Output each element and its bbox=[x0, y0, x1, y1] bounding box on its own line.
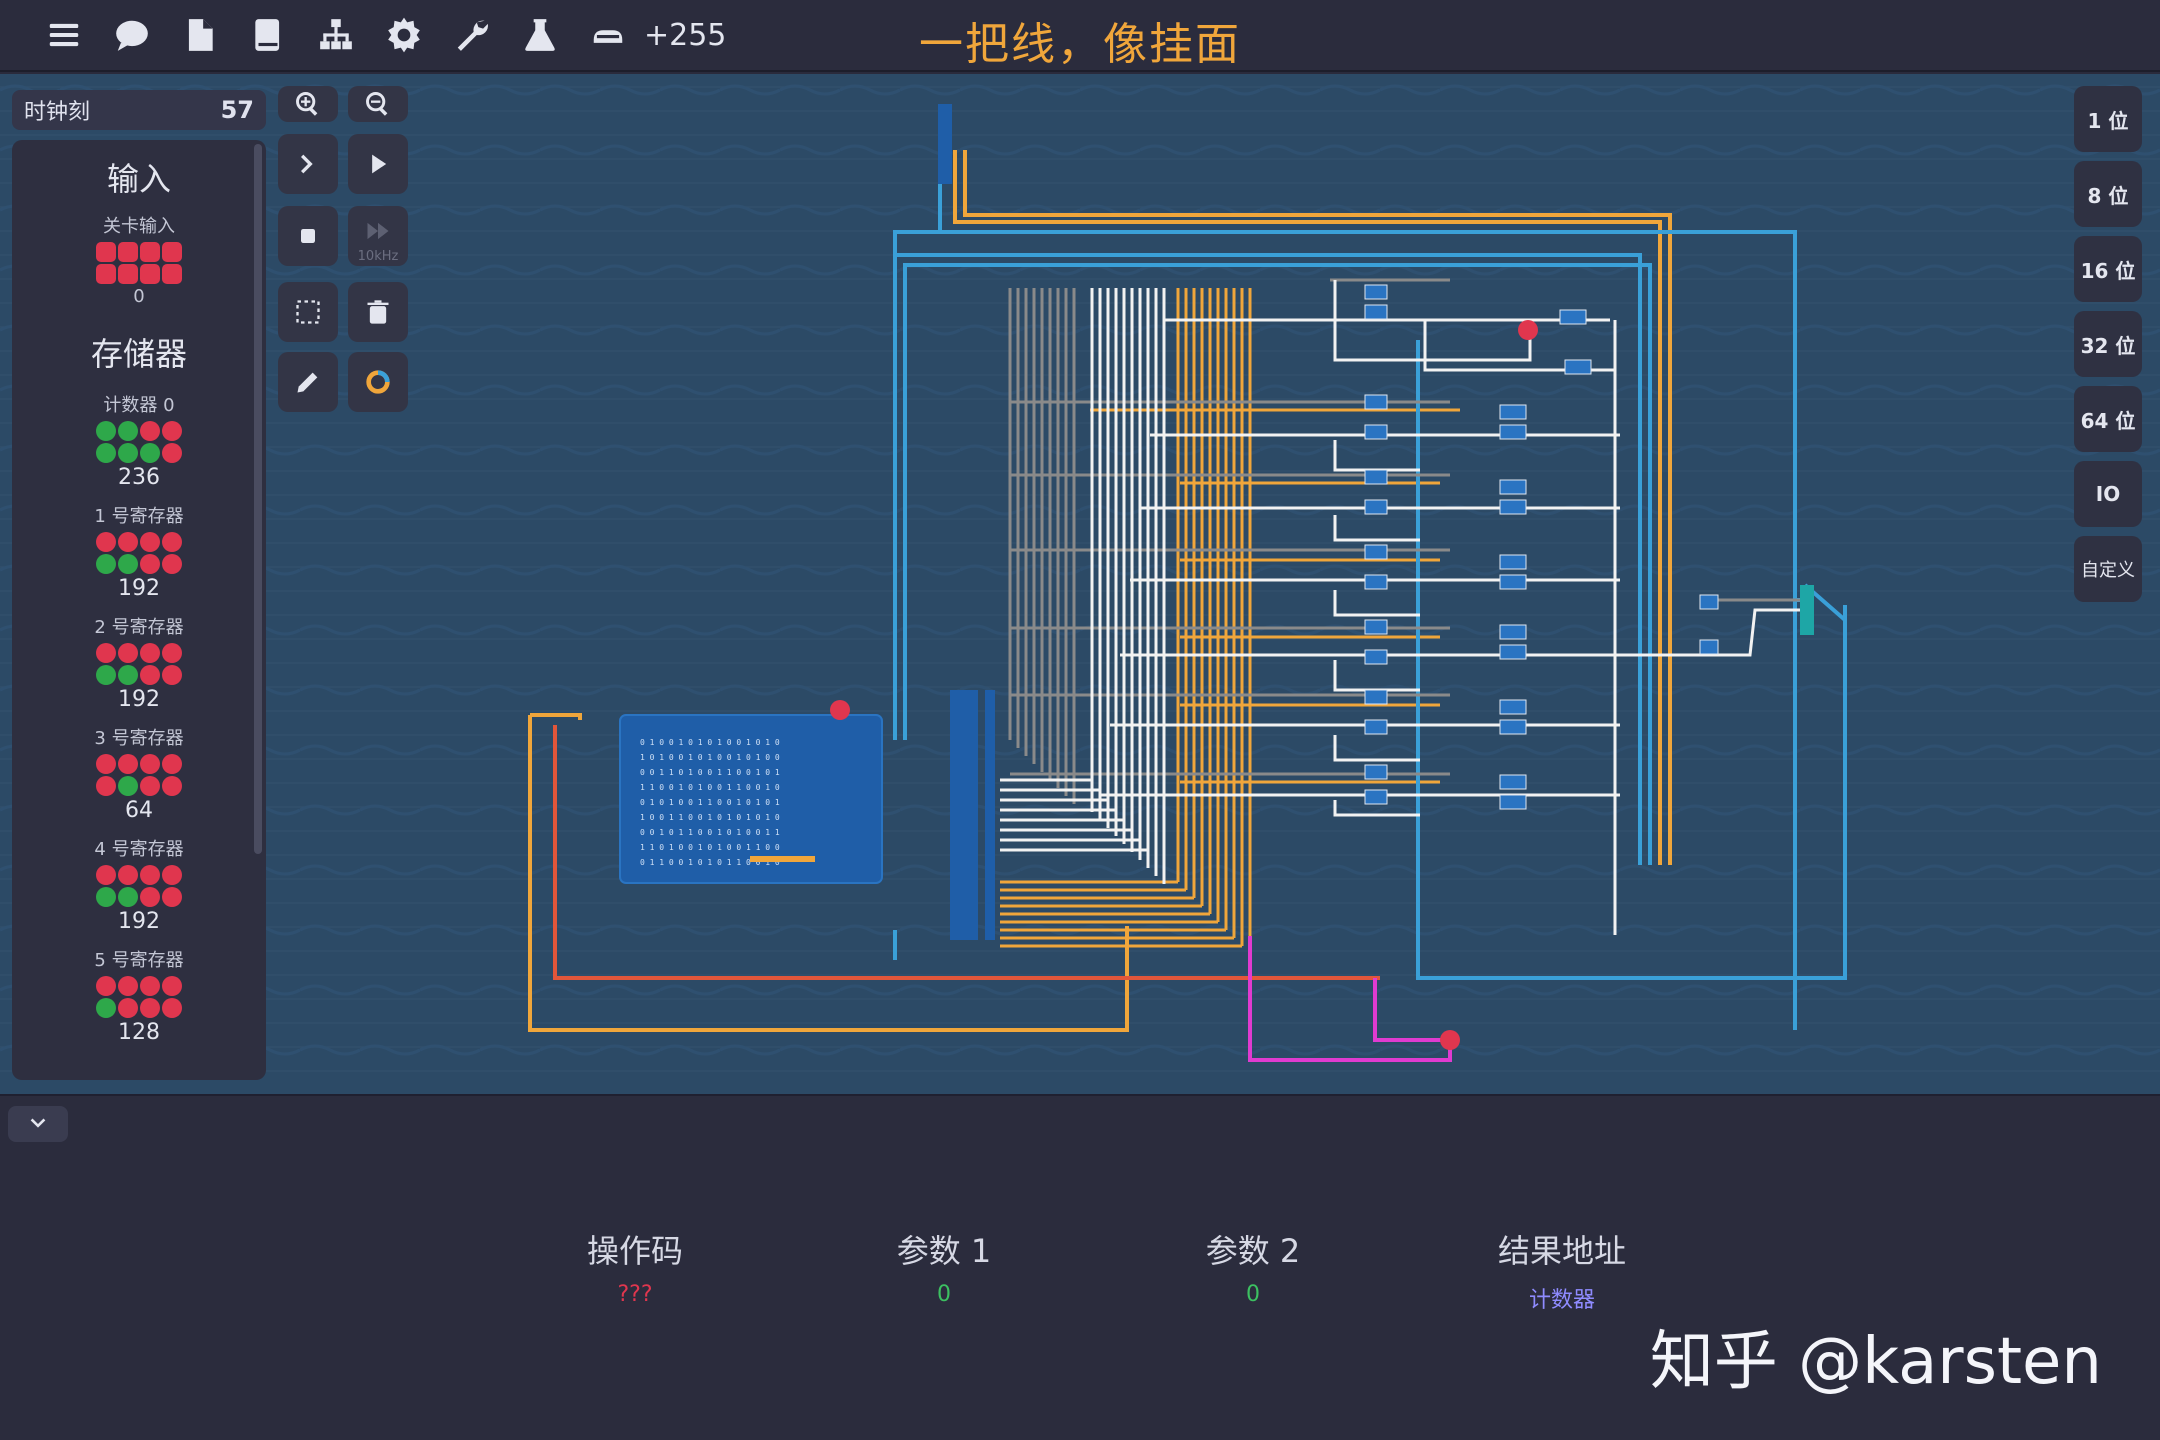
memory-item-bits bbox=[96, 421, 182, 463]
select-tool-button[interactable] bbox=[278, 282, 338, 342]
memory-item: 5 号寄存器 128 bbox=[12, 946, 266, 1045]
level-input-label: 关卡输入 bbox=[103, 216, 175, 237]
arg2-label: 参数 2 bbox=[1205, 1232, 1301, 1270]
svg-text:1 0 0 1 1 0 0 1 0 1 0 1 0 1 0: 1 0 0 1 1 0 0 1 0 1 0 1 0 1 0 bbox=[640, 813, 780, 822]
step-button[interactable] bbox=[278, 134, 338, 194]
stop-button[interactable] bbox=[278, 206, 338, 266]
svg-text:0 0 1 1 0 1 0 0 1 1 0 0 1 0 1: 0 0 1 1 0 1 0 0 1 1 0 0 1 0 1 bbox=[640, 768, 780, 777]
selection-icon bbox=[296, 300, 320, 324]
memory-item-label: 3 号寄存器 bbox=[94, 728, 184, 749]
memory-item-value: 192 bbox=[118, 576, 160, 601]
memory-item-value: 192 bbox=[118, 687, 160, 712]
svg-text:1 1 0 0 1 0 1 0 0 1 1 0 0 1 0: 1 1 0 0 1 0 1 0 0 1 1 0 0 1 0 bbox=[640, 783, 780, 792]
bit-width-io[interactable]: IO bbox=[2074, 461, 2142, 527]
level-input-value: 0 bbox=[133, 286, 145, 307]
pencil-button[interactable] bbox=[278, 352, 338, 412]
memory-item: 计数器 0 236 bbox=[12, 391, 266, 490]
trash-icon bbox=[367, 300, 389, 324]
play-button[interactable] bbox=[348, 134, 408, 194]
svg-text:0 1 0 1 0 0 1 1 0 0 1 0 1 0 1: 0 1 0 1 0 0 1 1 0 0 1 0 1 0 1 bbox=[640, 798, 780, 807]
memory-item-label: 1 号寄存器 bbox=[94, 506, 184, 527]
memory-item-value: 128 bbox=[118, 1020, 160, 1045]
memory-item-value: 64 bbox=[125, 798, 153, 823]
speed-label: 10kHz bbox=[357, 249, 399, 264]
memory-item-bits bbox=[96, 643, 182, 685]
svg-text:0 1 0 0 1 0 1 0 1 0 0 1 0 1 0: 0 1 0 0 1 0 1 0 1 0 0 1 0 1 0 bbox=[640, 738, 780, 747]
arg2-field: 参数 2 0 bbox=[1153, 1226, 1353, 1307]
top-toolbar: +255 一把线，像挂面 bbox=[0, 0, 2160, 72]
arg2-value: 0 bbox=[1246, 1282, 1260, 1307]
bit-width-1[interactable]: 1 位 bbox=[2074, 86, 2142, 152]
output-component bbox=[1800, 585, 1814, 635]
memory-header: 存储器 bbox=[90, 335, 187, 373]
memory-item-bits bbox=[96, 754, 182, 796]
clock-label: 时钟刻 bbox=[24, 100, 91, 125]
memory-item-bits bbox=[96, 865, 182, 907]
watermark: 知乎 @karsten bbox=[1649, 1325, 2102, 1399]
clock-value: 57 bbox=[220, 96, 254, 124]
memory-item: 4 号寄存器 192 bbox=[12, 835, 266, 934]
svg-text:1 1 0 1 0 0 1 0 1 0 0 1 1 0 0: 1 1 0 1 0 0 1 0 1 0 0 1 1 0 0 bbox=[640, 843, 780, 852]
bit-width-16[interactable]: 16 位 bbox=[2074, 236, 2142, 302]
result-address-label: 结果地址 bbox=[1497, 1232, 1626, 1270]
stop-icon bbox=[301, 229, 315, 243]
memory-item-label: 2 号寄存器 bbox=[94, 617, 184, 638]
memory-item-label: 4 号寄存器 bbox=[94, 839, 184, 860]
level-title: 一把线，像挂面 bbox=[919, 19, 1241, 70]
arg1-label: 参数 1 bbox=[896, 1232, 992, 1270]
state-panel: 输入 关卡输入 0 存储器 计数器 0 236 1 号寄存器 192 2 号寄存… bbox=[12, 140, 266, 1080]
fast-forward-button[interactable]: 10kHz bbox=[348, 206, 408, 266]
panel-scrollbar[interactable] bbox=[254, 144, 262, 854]
zoom-out-button[interactable] bbox=[348, 86, 408, 122]
color-wheel-icon bbox=[366, 370, 390, 394]
arg1-value: 0 bbox=[937, 1282, 951, 1307]
red-node bbox=[1518, 320, 1538, 340]
delete-button[interactable] bbox=[348, 282, 408, 342]
clock-display: 时钟刻 57 bbox=[12, 90, 266, 130]
bit-width-custom[interactable]: 自定义 bbox=[2074, 536, 2142, 602]
play-icon bbox=[372, 154, 387, 174]
arg1-field: 参数 1 0 bbox=[844, 1226, 1044, 1307]
memory-item-value: 236 bbox=[118, 465, 160, 490]
svg-text:0 0 1 0 1 1 0 0 1 0 1 0 0 1 1: 0 0 1 0 1 1 0 0 1 0 1 0 0 1 1 bbox=[640, 828, 780, 837]
zoom-in-button[interactable] bbox=[278, 86, 338, 122]
zoom-in-icon bbox=[296, 92, 318, 116]
instruction-panel: 操作码 ??? 参数 1 0 参数 2 0 结果地址 计数器 知乎 @karst… bbox=[0, 1094, 2160, 1440]
zoom-out-icon bbox=[366, 92, 388, 116]
memory-item: 3 号寄存器 64 bbox=[12, 724, 266, 823]
red-node-bottom bbox=[1440, 1030, 1460, 1050]
memory-item-bits bbox=[96, 976, 182, 1018]
fast-forward-icon bbox=[367, 222, 389, 240]
chevron-down-icon bbox=[30, 1118, 46, 1128]
program-block: 0 1 0 0 1 0 1 0 1 0 0 1 0 1 0 1 0 1 0 0 … bbox=[619, 700, 883, 884]
color-wheel-button[interactable] bbox=[348, 352, 408, 412]
opcode-field: 操作码 ??? bbox=[535, 1226, 735, 1307]
svg-text:1 0 1 0 0 1 0 1 0 0 1 0 1 0 0: 1 0 1 0 0 1 0 1 0 0 1 0 1 0 0 bbox=[640, 753, 780, 762]
result-address-value: 计数器 bbox=[1528, 1288, 1595, 1313]
memory-item: 1 号寄存器 192 bbox=[12, 502, 266, 601]
bit-width-32[interactable]: 32 位 bbox=[2074, 311, 2142, 377]
inputs-header: 输入 bbox=[106, 160, 171, 198]
chevron-right-icon bbox=[301, 154, 313, 174]
collapse-button[interactable] bbox=[8, 1106, 68, 1142]
memory-item-label: 5 号寄存器 bbox=[94, 950, 184, 971]
bit-width-64[interactable]: 64 位 bbox=[2074, 386, 2142, 452]
memory-item-bits bbox=[96, 532, 182, 574]
bit-width-8[interactable]: 8 位 bbox=[2074, 161, 2142, 227]
opcode-value: ??? bbox=[617, 1282, 653, 1307]
memory-item-label: 计数器 0 bbox=[103, 395, 175, 416]
opcode-label: 操作码 bbox=[586, 1232, 683, 1270]
memory-item-value: 192 bbox=[118, 909, 160, 934]
level-input-bits bbox=[96, 242, 182, 284]
result-address-field: 结果地址 计数器 bbox=[1462, 1226, 1662, 1314]
memory-item: 2 号寄存器 192 bbox=[12, 613, 266, 712]
pencil-icon bbox=[297, 372, 318, 393]
